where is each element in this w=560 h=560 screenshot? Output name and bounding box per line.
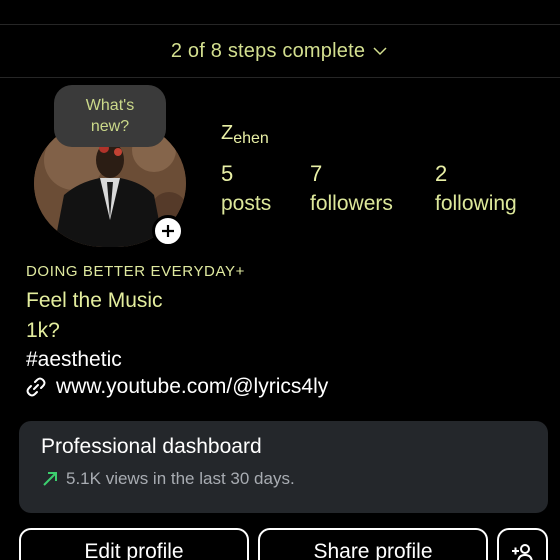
share-profile-button[interactable]: Share profile	[258, 528, 488, 560]
stat-followers-label: followers	[310, 192, 393, 215]
note-bubble[interactable]: What's new?	[54, 85, 166, 147]
stat-following-value: 2	[435, 161, 448, 186]
discover-people-button[interactable]	[497, 528, 548, 560]
add-person-icon	[511, 544, 533, 560]
professional-dashboard-card[interactable]: Professional dashboard 5.1K views in the…	[19, 421, 548, 513]
steps-divider	[0, 77, 560, 78]
add-story-button[interactable]	[152, 215, 184, 247]
steps-progress-text: 2 of 8 steps complete	[170, 39, 366, 62]
dashboard-title: Professional dashboard	[41, 435, 262, 458]
stat-following[interactable]: 2 following	[435, 160, 517, 220]
dashboard-subtitle-row: 5.1K views in the last 30 days.	[41, 469, 295, 489]
bio-link-text: www.youtube.com/@lyrics4ly	[56, 375, 329, 398]
note-line-1: What's	[85, 97, 135, 114]
bio-link[interactable]: www.youtube.com/@lyrics4ly	[24, 375, 328, 399]
stat-posts-label: posts	[221, 192, 272, 215]
profile-username: Zehen	[221, 122, 269, 147]
bio-hashtag[interactable]: #aesthetic	[26, 348, 122, 372]
stat-posts[interactable]: 5 posts	[221, 160, 271, 220]
link-icon	[26, 377, 46, 397]
edit-profile-button[interactable]: Edit profile	[19, 528, 249, 560]
username-main: Z	[221, 122, 234, 144]
dashboard-subtitle: 5.1K views in the last 30 days.	[66, 469, 295, 488]
chevron-down-icon	[373, 47, 387, 56]
bio-display-name: DOING BETTER EVERYDAY+	[26, 263, 245, 280]
stat-following-label: following	[435, 192, 517, 215]
bio-line-2: 1k?	[26, 319, 60, 342]
stat-followers-value: 7	[310, 161, 323, 186]
trend-up-icon	[43, 472, 57, 486]
bio-line-1: Feel the Music	[26, 289, 163, 312]
note-line-2: new?	[90, 118, 130, 135]
plus-icon	[162, 225, 174, 237]
username-sub: ehen	[233, 130, 269, 147]
stat-posts-value: 5	[221, 161, 234, 186]
stat-followers[interactable]: 7 followers	[310, 160, 393, 220]
steps-progress-toggle[interactable]: 2 of 8 steps complete	[0, 25, 560, 77]
